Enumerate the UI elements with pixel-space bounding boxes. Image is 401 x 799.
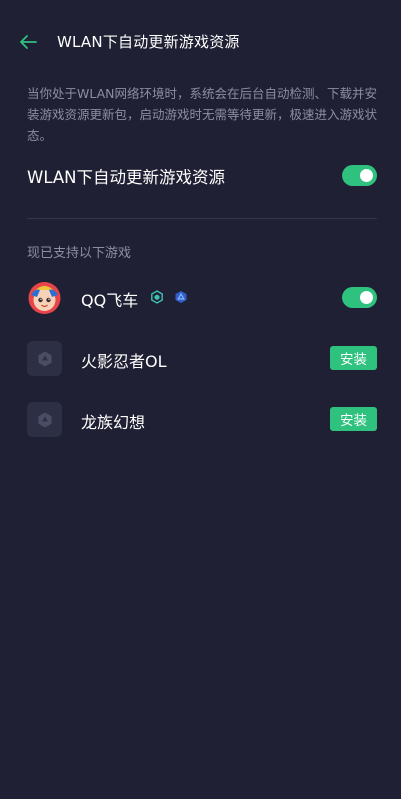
install-button[interactable]: 安装 [330, 407, 377, 431]
page-title: WLAN下自动更新游戏资源 [57, 33, 240, 51]
supported-games-label: 现已支持以下游戏 [27, 246, 132, 261]
game-name: 龙族幻想 [81, 413, 146, 432]
game-placeholder-icon [27, 341, 62, 376]
toggle-knob [360, 291, 373, 304]
description-text: 当你处于WLAN网络环境时，系统会在后台自动检测、下载并安装游戏资源更新包，启动… [27, 86, 378, 143]
back-button[interactable] [14, 28, 42, 56]
install-button[interactable]: 安装 [330, 346, 377, 370]
qq-speed-update-toggle[interactable] [342, 287, 377, 308]
qq-speed-game-icon [27, 280, 62, 315]
divider [27, 218, 377, 219]
app-header: WLAN下自动更新游戏资源 [0, 0, 401, 82]
auto-update-label: WLAN下自动更新游戏资源 [27, 168, 226, 187]
hexagon-badge-icon [151, 290, 163, 304]
game-name: QQ飞车 [81, 291, 139, 310]
shield-badge-icon [175, 291, 187, 303]
auto-update-toggle[interactable] [342, 165, 377, 186]
back-arrow-icon [20, 35, 37, 49]
game-name: 火影忍者OL [81, 352, 167, 371]
game-placeholder-icon [27, 402, 62, 437]
toggle-knob [360, 169, 373, 182]
